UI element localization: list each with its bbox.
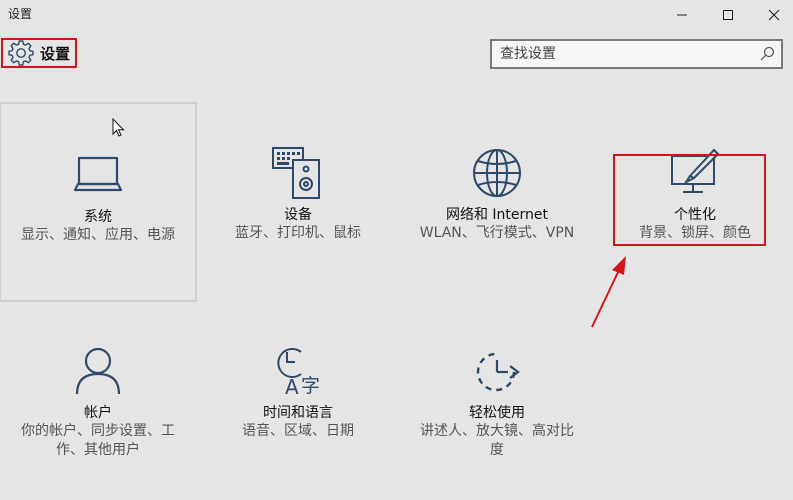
gear-icon <box>8 40 34 66</box>
tile-description: 背景、锁屏、颜色 <box>639 225 751 241</box>
tile-description: 语音、区域、日期 <box>242 423 354 439</box>
tile-name: 时间和语言 <box>263 405 333 421</box>
maximize-button[interactable] <box>705 0 751 30</box>
tile-description: WLAN、飞行模式、VPN <box>419 225 575 241</box>
maximize-icon <box>723 10 733 20</box>
search-icon[interactable] <box>757 44 777 64</box>
tile-accounts[interactable]: 帐户 你的帐户、同步设置、工作、其他用户 <box>0 300 197 500</box>
svg-text:字: 字 <box>301 375 320 397</box>
tile-description: 蓝牙、打印机、鼠标 <box>235 225 361 241</box>
close-button[interactable] <box>751 0 793 30</box>
tile-system[interactable]: 系统 显示、通知、应用、电源 <box>0 102 197 302</box>
tile-network[interactable]: 网络和 Internet WLAN、飞行模式、VPN <box>399 102 595 302</box>
tile-description: 讲述人、放大镜、高对比度 <box>420 423 574 458</box>
tile-time-language[interactable]: A 字 时间和语言 语音、区域、日期 <box>200 300 396 500</box>
tile-name: 轻松使用 <box>469 405 525 421</box>
tile-description: 你的帐户、同步设置、工作、其他用户 <box>21 423 175 458</box>
tile-name: 个性化 <box>674 207 716 223</box>
tile-name: 网络和 Internet <box>445 207 549 223</box>
search-box[interactable] <box>490 39 783 69</box>
globe-icon <box>473 149 521 197</box>
clock-language-icon: A 字 <box>277 348 320 398</box>
laptop-icon <box>73 156 123 192</box>
keyboard-speaker-icon <box>272 147 320 199</box>
svg-text:A: A <box>285 375 299 398</box>
tile-description: 显示、通知、应用、电源 <box>21 227 175 243</box>
tile-devices[interactable]: 设备 蓝牙、打印机、鼠标 <box>200 102 396 302</box>
tile-name: 系统 <box>84 209 112 225</box>
person-icon <box>75 347 121 395</box>
tile-ease-of-access[interactable]: 轻松使用 讲述人、放大镜、高对比度 <box>399 300 595 500</box>
ease-of-access-icon <box>476 352 520 392</box>
search-input[interactable] <box>492 40 757 68</box>
minimize-icon <box>677 14 687 16</box>
close-icon <box>768 9 780 21</box>
tile-personalization[interactable]: 个性化 背景、锁屏、颜色 <box>597 102 793 302</box>
window-title: 设置 <box>8 7 33 21</box>
app-header: 设置 <box>1 38 77 68</box>
tile-name: 帐户 <box>84 405 112 421</box>
minimize-button[interactable] <box>659 0 705 30</box>
app-title: 设置 <box>40 44 71 63</box>
tile-name: 设备 <box>284 207 312 223</box>
monitor-brush-icon <box>671 148 720 193</box>
